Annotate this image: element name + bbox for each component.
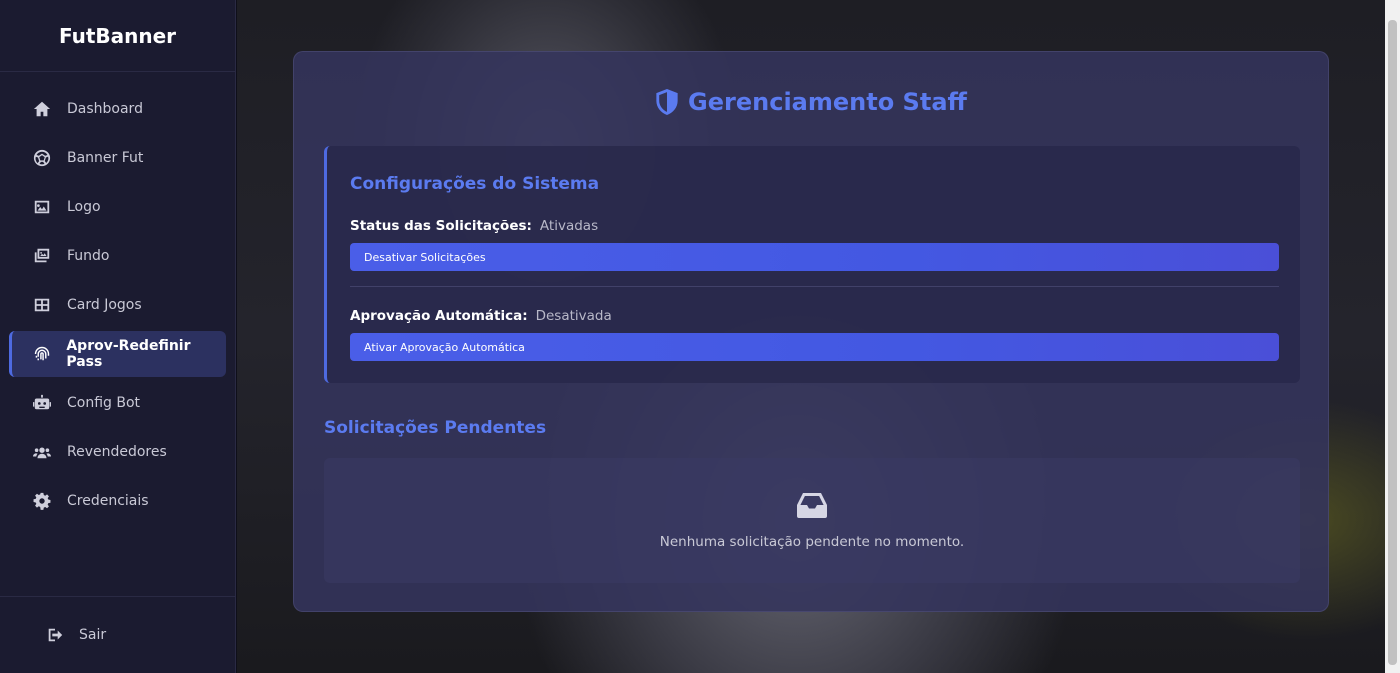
sidebar: FutBanner Dashboard Banner Fut Logo Fund…	[0, 0, 236, 673]
sidebar-item-dashboard[interactable]: Dashboard	[9, 86, 226, 132]
disable-requests-button[interactable]: Desativar Solicitações	[350, 243, 1279, 271]
staff-management-panel: Gerenciamento Staff Configurações do Sis…	[293, 51, 1329, 612]
request-status-value: Ativadas	[539, 218, 599, 234]
page-scrollbar[interactable]	[1385, 0, 1400, 673]
sidebar-item-card-jogos[interactable]: Card Jogos	[9, 282, 226, 328]
sidebar-item-credenciais[interactable]: Credenciais	[9, 478, 226, 524]
request-status-label: Status das Solicitações:	[350, 218, 532, 234]
auto-approval-row: Aprovação Automática: Desativada	[350, 308, 612, 324]
sidebar-item-label: Aprov-Redefinir Pass	[66, 338, 191, 370]
sidebar-item-revendedores[interactable]: Revendedores	[9, 429, 226, 475]
sidebar-item-banner-fut[interactable]: Banner Fut	[9, 135, 226, 181]
request-status-row: Status das Solicitações: Ativadas	[350, 218, 598, 234]
sidebar-footer: Sair	[0, 596, 235, 673]
divider	[350, 286, 1279, 287]
sidebar-item-logo[interactable]: Logo	[9, 184, 226, 230]
pending-requests-title: Solicitações Pendentes	[324, 418, 547, 438]
scrollbar-thumb[interactable]	[1388, 20, 1397, 665]
sidebar-item-label: Config Bot	[67, 395, 141, 411]
sidebar-item-label: Credenciais	[67, 493, 149, 509]
gear-icon	[32, 491, 52, 511]
app-title: FutBanner	[0, 0, 235, 72]
enable-auto-approval-button[interactable]: Ativar Aprovação Automática	[350, 333, 1279, 361]
sidebar-item-config-bot[interactable]: Config Bot	[9, 380, 226, 426]
home-icon	[32, 99, 52, 119]
soccer-ball-icon	[32, 148, 52, 168]
fingerprint-icon	[32, 344, 51, 364]
images-icon	[32, 246, 52, 266]
users-icon	[32, 442, 52, 462]
sidebar-item-label: Banner Fut	[67, 150, 144, 166]
logout-button[interactable]: Sair	[46, 626, 106, 644]
shield-icon	[656, 89, 678, 115]
empty-state-text: Nenhuma solicitação pendente no momento.	[659, 533, 965, 550]
sidebar-item-label: Fundo	[67, 248, 110, 264]
robot-icon	[32, 393, 52, 413]
config-title: Configurações do Sistema	[350, 174, 600, 194]
grid-icon	[32, 295, 52, 315]
page-title: Gerenciamento Staff	[294, 88, 1328, 116]
sidebar-item-label: Dashboard	[67, 101, 143, 117]
image-icon	[32, 197, 52, 217]
sidebar-item-aprov-redefinir-pass[interactable]: Aprov-Redefinir Pass	[9, 331, 226, 377]
auto-approval-label: Aprovação Automática:	[350, 308, 528, 324]
sidebar-item-fundo[interactable]: Fundo	[9, 233, 226, 279]
sidebar-item-label: Card Jogos	[67, 297, 142, 313]
system-config-card: Configurações do Sistema Status das Soli…	[324, 146, 1300, 383]
page-title-text: Gerenciamento Staff	[688, 88, 967, 116]
inbox-icon	[797, 492, 827, 518]
sidebar-item-label: Logo	[67, 199, 101, 215]
auto-approval-value: Desativada	[535, 308, 612, 324]
sidebar-nav: Dashboard Banner Fut Logo Fundo Card Jog…	[0, 72, 235, 524]
logout-label: Sair	[79, 627, 107, 643]
pending-requests-empty: Nenhuma solicitação pendente no momento.	[324, 458, 1300, 583]
sign-out-icon	[48, 628, 63, 642]
sidebar-item-label: Revendedores	[67, 444, 167, 460]
